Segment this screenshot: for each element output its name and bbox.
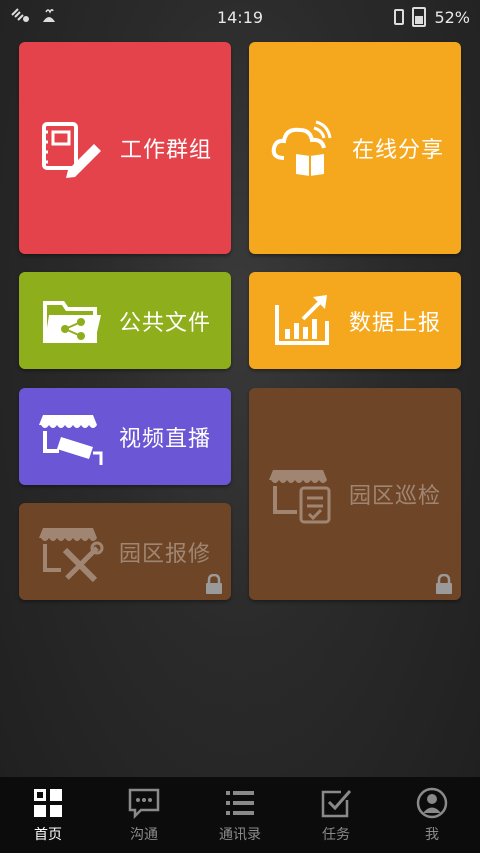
cloud-book-icon — [271, 120, 332, 176]
camera-store-icon — [38, 414, 103, 465]
status-bar: 14:19 52% — [0, 0, 480, 34]
nav-chat[interactable]: 沟通 — [96, 777, 192, 853]
clock: 14:19 — [216, 7, 264, 27]
store-checklist-icon — [268, 470, 331, 524]
lock-icon — [436, 574, 452, 594]
tile-work-groups[interactable]: 工作群组 — [19, 42, 231, 254]
shared-folder-icon — [42, 300, 101, 343]
tile-label: 在线分享 — [351, 138, 444, 163]
nav-label: 沟通 — [130, 827, 158, 843]
tile-public-files[interactable]: 公共文件 — [19, 272, 231, 369]
nav-label: 我 — [425, 827, 439, 843]
nav-contacts[interactable]: 通讯录 — [192, 777, 288, 853]
chart-upload-icon — [274, 294, 329, 345]
nav-home[interactable]: 首页 — [0, 777, 96, 853]
tile-park-inspection[interactable]: 园区巡检 — [249, 388, 461, 600]
nav-tasks[interactable]: 任务 — [288, 777, 384, 853]
tile-label: 公共文件 — [118, 310, 211, 336]
checkbox-icon — [321, 790, 352, 818]
tile-label: 园区报修 — [118, 541, 211, 567]
chat-bubble-icon — [128, 788, 160, 820]
tile-data-report[interactable]: 数据上报 — [249, 272, 461, 369]
tile-label: 园区巡检 — [348, 484, 441, 509]
nav-label: 任务 — [322, 827, 350, 843]
battery-icon — [412, 7, 427, 27]
bottom-nav: 首页 沟通 通讯录 任务 我 — [0, 777, 480, 853]
lock-icon — [206, 574, 222, 594]
tile-label: 工作群组 — [119, 138, 212, 163]
tile-video-live[interactable]: 视频直播 — [19, 388, 231, 485]
notebook-pen-icon — [41, 122, 101, 178]
tile-park-repair[interactable]: 园区报修 — [19, 503, 231, 600]
list-icon — [226, 791, 254, 815]
profile-icon — [416, 787, 448, 819]
store-tools-icon — [38, 527, 104, 582]
nav-label: 通讯录 — [219, 827, 261, 843]
tile-label: 视频直播 — [118, 426, 211, 452]
nav-me[interactable]: 我 — [384, 777, 480, 853]
home-grid-icon — [34, 789, 62, 817]
tile-label: 数据上报 — [348, 310, 441, 336]
tile-online-share[interactable]: 在线分享 — [249, 42, 461, 254]
nav-label: 首页 — [34, 827, 62, 843]
